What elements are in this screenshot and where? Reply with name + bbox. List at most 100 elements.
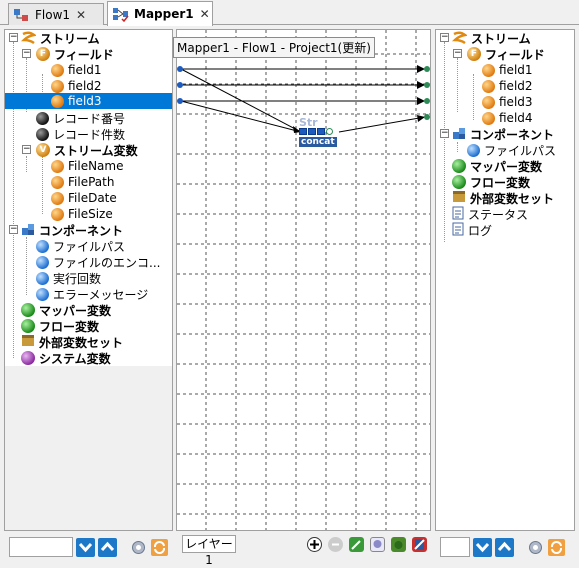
tree-item-stream-vars[interactable]: V ストリーム変数 bbox=[36, 142, 138, 158]
tree-item-system-vars[interactable]: システム変数 bbox=[21, 350, 111, 366]
tree-item-record-count[interactable]: レコード件数 bbox=[36, 126, 125, 142]
tree-item-ext-var-set[interactable]: 外部変数セット bbox=[452, 190, 554, 206]
tree-item-c-error-message[interactable]: エラーメッセージ bbox=[36, 286, 148, 302]
node-label: concat bbox=[299, 137, 337, 147]
tree-item-record-number[interactable]: レコード番号 bbox=[36, 110, 125, 126]
refresh-icon[interactable] bbox=[547, 538, 566, 557]
search-input[interactable] bbox=[440, 537, 470, 557]
right-search-controls bbox=[440, 537, 566, 557]
stream-icon bbox=[20, 31, 37, 45]
component-icon bbox=[21, 222, 35, 239]
refresh-icon[interactable] bbox=[150, 538, 169, 557]
tree-item-fields[interactable]: F フィールド bbox=[36, 46, 114, 62]
field-icon bbox=[51, 79, 64, 93]
expand-fields-toggle[interactable]: − bbox=[453, 49, 462, 58]
variable-icon bbox=[51, 175, 64, 189]
tree-item-field2[interactable]: field2 bbox=[51, 78, 102, 94]
tab-flow1[interactable]: Flow1 ✕ bbox=[8, 3, 104, 25]
tab-layer1[interactable]: レイヤー1 bbox=[182, 535, 236, 567]
canvas-tooltip: Mapper1 - Flow1 - Project1(更新) bbox=[173, 37, 375, 58]
tree-item-component[interactable]: コンポーネント bbox=[21, 222, 123, 238]
expand-stream-vars-toggle[interactable]: − bbox=[22, 145, 31, 154]
search-prev-button[interactable] bbox=[98, 537, 117, 557]
field-icon bbox=[51, 63, 64, 77]
tab-mapper1-label: Mapper1 bbox=[134, 7, 194, 21]
field-icon bbox=[482, 63, 495, 77]
field-icon bbox=[482, 95, 495, 109]
property-icon bbox=[36, 239, 49, 253]
field-group-icon: F bbox=[36, 47, 50, 61]
add-layer-icon[interactable] bbox=[307, 537, 322, 552]
tree-item-ext-var-set[interactable]: 外部変数セット bbox=[21, 334, 123, 350]
settings-icon[interactable] bbox=[129, 538, 148, 557]
edit-icon[interactable] bbox=[349, 537, 364, 552]
tree-item-status[interactable]: ステータス bbox=[452, 206, 528, 222]
field-icon bbox=[51, 94, 64, 108]
flow-icon bbox=[13, 7, 31, 23]
tree-item-mapper-vars[interactable]: マッパー変数 bbox=[21, 302, 111, 318]
tree-item-c-file-path[interactable]: ファイルパス bbox=[467, 142, 556, 158]
concat-function-node[interactable]: Str concat bbox=[299, 116, 339, 150]
mapping-canvas[interactable]: Str concat bbox=[176, 29, 431, 531]
tree-item-field3[interactable]: field3 bbox=[5, 93, 172, 109]
variable-icon bbox=[51, 159, 64, 173]
settings-icon[interactable] bbox=[526, 538, 545, 557]
tree-item-fields[interactable]: F フィールド bbox=[467, 46, 545, 62]
remove-layer-icon[interactable] bbox=[328, 537, 343, 552]
mapper-variable-icon bbox=[21, 303, 35, 317]
expand-stream-toggle[interactable]: − bbox=[440, 33, 449, 42]
tree-item-field3[interactable]: field3 bbox=[482, 94, 533, 110]
tree-item-filename[interactable]: FileName bbox=[51, 158, 123, 174]
field-icon bbox=[482, 111, 495, 125]
search-next-button[interactable] bbox=[76, 537, 95, 557]
tree-item-c-file-encoding[interactable]: ファイルのエンコ... bbox=[36, 254, 160, 270]
tree-item-field4[interactable]: field4 bbox=[482, 110, 533, 126]
property-icon bbox=[36, 287, 49, 301]
flow-variable-icon bbox=[21, 319, 35, 333]
comment-icon[interactable] bbox=[370, 537, 385, 552]
tree-item-component[interactable]: コンポーネント bbox=[452, 126, 554, 142]
expand-fields-toggle[interactable]: − bbox=[22, 49, 31, 58]
record-count-icon bbox=[36, 127, 49, 141]
search-next-button[interactable] bbox=[473, 537, 492, 557]
property-icon bbox=[467, 143, 480, 157]
mapper-icon bbox=[112, 6, 130, 23]
tree-item-stream[interactable]: ストリーム bbox=[20, 30, 100, 46]
status-icon bbox=[452, 206, 464, 223]
search-prev-button[interactable] bbox=[495, 537, 514, 557]
canvas-grid bbox=[177, 30, 430, 530]
left-search-controls bbox=[9, 537, 169, 557]
tree-item-field1[interactable]: field1 bbox=[482, 62, 533, 78]
external-variable-set-icon bbox=[452, 190, 466, 207]
property-icon bbox=[36, 255, 49, 269]
tree-item-filesize[interactable]: FileSize bbox=[51, 206, 113, 222]
expand-component-toggle[interactable]: − bbox=[9, 225, 18, 234]
tab-mapper1[interactable]: Mapper1 ✕ bbox=[107, 1, 213, 26]
tree-item-log[interactable]: ログ bbox=[452, 222, 492, 238]
close-icon[interactable]: ✕ bbox=[200, 7, 210, 21]
expand-component-toggle[interactable]: − bbox=[440, 129, 449, 138]
debug-icon[interactable] bbox=[391, 537, 406, 552]
search-input[interactable] bbox=[9, 537, 73, 557]
tree-item-flow-vars[interactable]: フロー変数 bbox=[452, 174, 530, 190]
variable-icon bbox=[51, 191, 64, 205]
tree-item-stream[interactable]: ストリーム bbox=[451, 30, 531, 46]
system-variable-icon bbox=[21, 351, 35, 365]
field-icon bbox=[482, 79, 495, 93]
tree-item-field2[interactable]: field2 bbox=[482, 78, 533, 94]
tree-item-c-file-path[interactable]: ファイルパス bbox=[36, 238, 125, 254]
expand-stream-toggle[interactable]: − bbox=[9, 33, 18, 42]
stream-icon bbox=[451, 31, 468, 45]
mapper-variable-icon bbox=[452, 159, 466, 173]
field-group-icon: F bbox=[467, 47, 481, 61]
tab-flow1-label: Flow1 bbox=[35, 7, 71, 22]
tree-item-filedate[interactable]: FileDate bbox=[51, 190, 117, 206]
tree-item-flow-vars[interactable]: フロー変数 bbox=[21, 318, 99, 334]
tree-item-mapper-vars[interactable]: マッパー変数 bbox=[452, 158, 542, 174]
close-icon[interactable]: ✕ bbox=[76, 8, 86, 22]
tree-item-filepath[interactable]: FilePath bbox=[51, 174, 114, 190]
tree-item-c-exec-count[interactable]: 実行回数 bbox=[36, 270, 101, 286]
tree-item-field1[interactable]: field1 bbox=[51, 62, 102, 78]
delete-icon[interactable] bbox=[412, 537, 427, 552]
flow-variable-icon bbox=[452, 175, 466, 189]
